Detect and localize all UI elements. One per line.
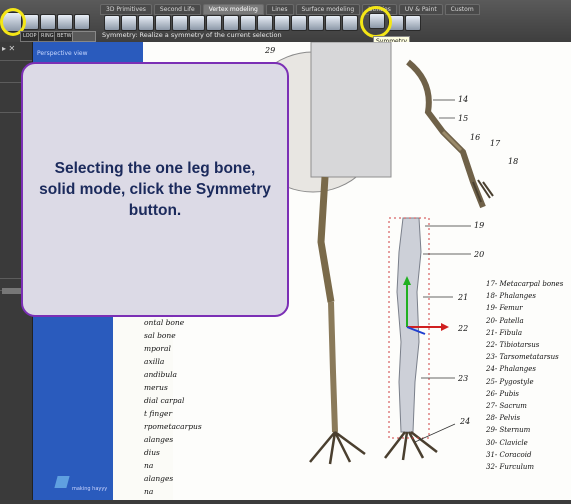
legend-item: 25- Pygostyle [486,377,534,386]
figure-number: 14 [458,95,469,104]
tab-lines[interactable]: Lines [265,4,294,15]
status-hint: Symmetry: Realize a symmetry of the curr… [102,31,282,39]
left-label: na [144,487,154,496]
tool-cut-icon[interactable] [206,15,222,31]
figure-number: 19 [474,221,485,230]
tab-custom[interactable]: Custom [444,4,480,15]
instruction-callout: Selecting the one leg bone, solid mode, … [21,62,289,317]
left-label: ontal bone [144,318,185,327]
legend-item: 21- Fibula [486,328,522,337]
tool-split-icon[interactable] [172,15,188,31]
left-label: andibula [144,370,178,379]
bone-legend: 17- Metacarpal bones 18- Phalanges 19- F… [486,278,563,473]
tool-chamfer-icon[interactable] [291,15,307,31]
tool-extrude-icon[interactable] [104,15,120,31]
figure-number: 18 [508,157,519,166]
viewport-title: Perspective view [37,50,88,57]
legend-item: 30- Clavicle [486,438,528,447]
figure-number: 17 [490,139,501,148]
left-label: alanges [144,435,174,444]
figure-number: 15 [458,114,469,123]
loop-button[interactable]: LOOP [20,31,40,42]
left-label: axilla [144,357,165,366]
left-label: t finger [144,409,173,418]
tool-bridge-icon[interactable] [155,15,171,31]
tab-3d-primitives[interactable]: 3D Primitives [100,4,152,15]
left-label: alanges [144,474,174,483]
tool-bevel-icon[interactable] [121,15,137,31]
tool-weld-icon[interactable] [189,15,205,31]
legend-item: 28- Pelvis [486,414,521,423]
legend-item: 27- Sacrum [486,402,527,411]
mode-dropdown[interactable] [72,31,96,42]
tool-subdivide-icon[interactable] [257,15,273,31]
left-bone-labels: ontal bone sal bone mporal axilla andibu… [144,316,202,498]
legend-item: 17- Metacarpal bones [486,280,564,288]
legend-item: 19- Femur [486,304,523,313]
tool-fill-icon[interactable] [223,15,239,31]
left-label: rpometacarpus [144,422,202,431]
edge-select-icon[interactable] [40,14,56,30]
legend-item: 23- Tarsometatarsus [486,353,559,362]
tool-smooth-icon[interactable] [240,15,256,31]
left-label: sal bone [144,331,176,340]
left-label: merus [144,383,168,392]
tool-search-icon[interactable] [405,15,421,31]
face-select-icon[interactable] [57,14,73,30]
tab-vertex-modeling[interactable]: Vertex modeling [202,4,264,15]
figure-number: 21 [458,293,469,302]
figure-number: 24 [460,417,471,426]
figure-number: 22 [458,324,469,333]
legend-item: 31- Coracoid [486,450,532,459]
highlight-circle-symmetry [360,6,392,38]
tab-surface-modeling[interactable]: Surface modeling [295,4,361,15]
callout-text: Selecting the one leg bone, solid mode, … [39,160,271,219]
tool-cap-icon[interactable] [274,15,290,31]
figure-number: 20 [474,250,485,259]
legend-item: 29- Sternum [486,426,531,435]
tool-flip-icon[interactable] [342,15,358,31]
figure-number: 16 [470,133,481,142]
left-label: mporal [144,344,171,353]
figure-number: 23 [458,374,469,383]
object-select-icon[interactable] [74,14,90,30]
tab-uv-paint[interactable]: UV & Paint [398,4,443,15]
left-label: na [144,461,154,470]
legend-item: 22- Tibiotarsus [486,341,540,350]
legend-item: 32- Furculum [486,463,535,472]
tab-second-life[interactable]: Second Life [153,4,201,15]
toolbar-tabs: 3D Primitives Second Life Vertex modelin… [100,4,480,15]
panel-close-icon[interactable]: ▸ ✕ [2,44,30,54]
legend-item: 24- Phalanges [486,365,537,374]
viewport-logo: making hayyy [72,486,108,492]
left-label: dius [144,448,160,457]
figure-number: 29 [265,46,276,55]
tool-collapse-icon[interactable] [325,15,341,31]
legend-item: 26- Pubis [486,389,520,398]
legend-item: 20- Patella [486,316,524,325]
legend-item: 18- Phalanges [486,292,537,301]
tool-inset-icon[interactable] [138,15,154,31]
tool-connect-icon[interactable] [308,15,324,31]
left-label: dial carpal [144,396,185,405]
main-toolbar: 3D Primitives Second Life Vertex modelin… [0,0,571,42]
